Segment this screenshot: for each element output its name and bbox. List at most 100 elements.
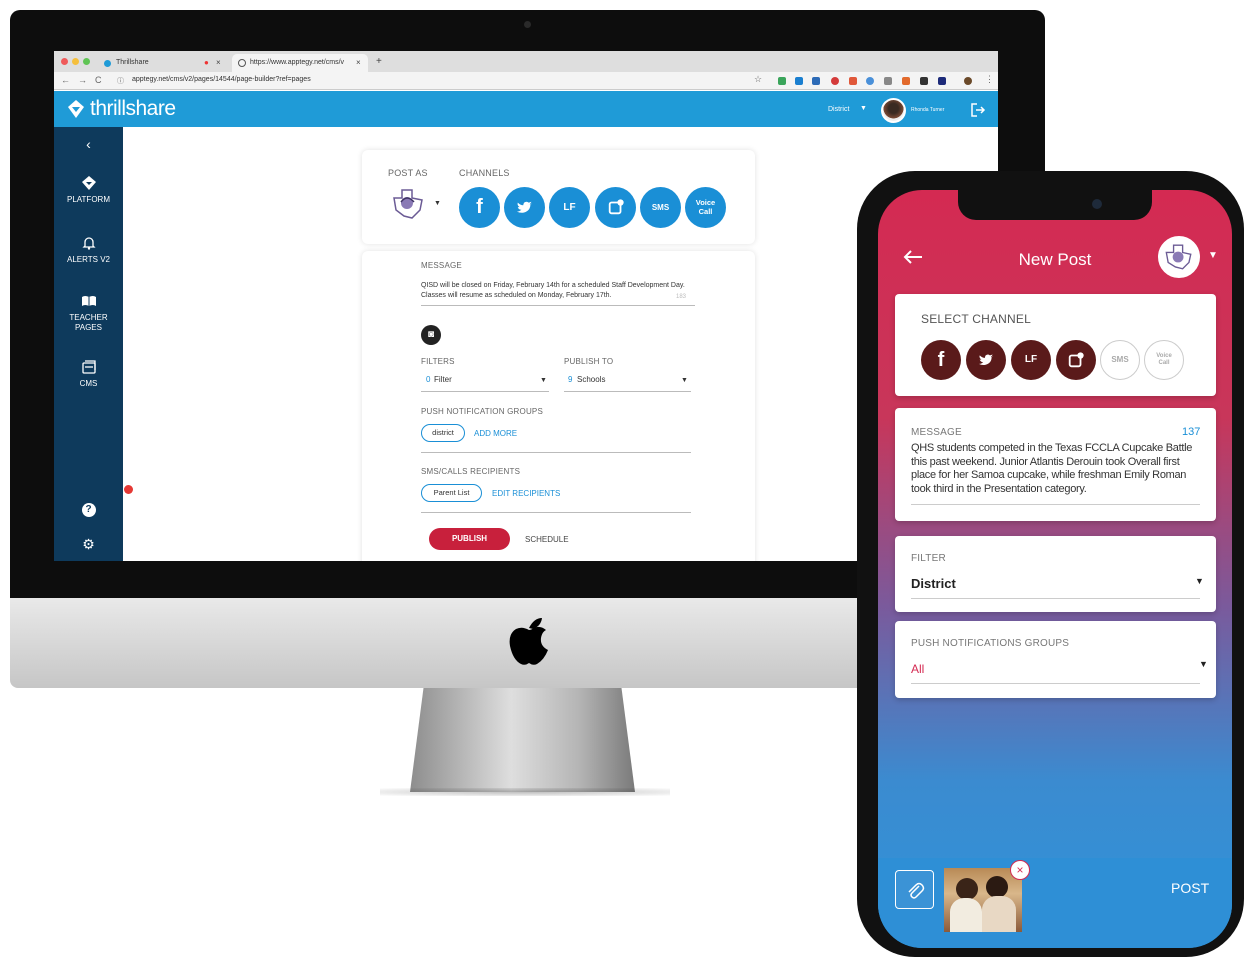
imac-stand-shadow [380, 788, 670, 796]
voice-call-channel-button[interactable]: Voice Call [685, 187, 726, 228]
post-button[interactable]: POST [1171, 880, 1209, 896]
bookmark-star-icon[interactable]: ☆ [754, 74, 762, 85]
twitter-channel-button[interactable] [504, 187, 545, 228]
schedule-button[interactable]: SCHEDULE [525, 535, 569, 544]
browser-tab-2[interactable]: https://www.apptegy.net/cms/v × [232, 54, 368, 72]
extension-icon[interactable] [795, 77, 803, 85]
chevron-down-icon: ▼ [540, 377, 547, 384]
sms-recipients-label: SMS/CALLS RECIPIENTS [421, 467, 521, 476]
notification-dot [124, 485, 133, 494]
extension-icon[interactable] [831, 77, 839, 85]
chevron-down-icon[interactable]: ▼ [860, 105, 867, 112]
user-name[interactable]: Rhonda Turner [911, 107, 944, 113]
chevron-down-icon[interactable]: ▼ [434, 200, 441, 207]
sms-recipient-tag[interactable]: Parent List [421, 484, 482, 502]
mobile-app-channel-button[interactable] [1056, 340, 1096, 380]
phone-notch [958, 190, 1152, 220]
push-group-tag[interactable]: district [421, 424, 465, 442]
sidebar-item-platform[interactable]: PLATFORM [54, 175, 123, 205]
message-textarea[interactable]: QISD will be closed on Friday, February … [421, 281, 693, 301]
voice-call-channel-button[interactable]: Voice Call [1144, 340, 1184, 380]
sms-icon: SMS [1111, 355, 1129, 364]
camera-icon[interactable]: ◙ [421, 325, 441, 345]
facebook-icon: f [476, 196, 483, 218]
url-input[interactable]: apptegy.net/cms/v2/pages/14544/page-buil… [132, 76, 311, 83]
filter-label: FILTER [911, 553, 946, 564]
forward-arrow-icon[interactable]: → [78, 75, 87, 85]
sms-channel-button[interactable]: SMS [640, 187, 681, 228]
phone-screen: New Post ▼ SELECT CHANNEL f LF SMS Voice… [878, 190, 1232, 948]
extension-icon[interactable] [778, 77, 786, 85]
sidebar-item-alerts[interactable]: ALERTS V2 [54, 235, 123, 265]
extension-icon[interactable] [812, 77, 820, 85]
profile-avatar-icon[interactable] [964, 77, 972, 85]
browser-address-bar: ← → C ⓘ apptegy.net/cms/v2/pages/14544/p… [54, 72, 998, 90]
chevron-down-icon: ▼ [1199, 659, 1208, 669]
app-header: thrillshare District ▼ Rhonda Turner [54, 91, 998, 127]
push-groups-label: PUSH NOTIFICATIONS GROUPS [911, 638, 1070, 649]
facebook-channel-button[interactable]: f [459, 187, 500, 228]
message-form-card: MESSAGE QISD will be closed on Friday, F… [362, 251, 755, 561]
sidebar-item-label: ALERTS V2 [67, 255, 110, 264]
channels-label: CHANNELS [459, 168, 510, 178]
sidebar-item-teacher-pages[interactable]: TEACHER PAGES [54, 293, 123, 333]
extension-icon[interactable] [938, 77, 946, 85]
window-minimize-dot[interactable] [72, 58, 79, 65]
globe-favicon-icon [238, 59, 246, 67]
twitter-channel-button[interactable] [966, 340, 1006, 380]
sidebar-item-cms[interactable]: CMS [54, 359, 123, 389]
brand-name[interactable]: thrillshare [90, 97, 176, 121]
new-tab-plus-icon[interactable]: + [376, 56, 382, 67]
filter-underline [911, 598, 1200, 599]
imac-stand [410, 688, 635, 792]
apple-logo-icon [509, 618, 548, 665]
live-feed-icon: LF [1024, 354, 1038, 365]
edit-recipients-button[interactable]: EDIT RECIPIENTS [492, 489, 560, 498]
window-close-dot[interactable] [61, 58, 68, 65]
reload-icon[interactable]: C [95, 75, 102, 85]
remove-photo-close-icon[interactable]: × [1010, 860, 1030, 880]
attach-button[interactable] [895, 870, 934, 909]
window-maximize-dot[interactable] [83, 58, 90, 65]
district-mascot-logo-icon[interactable] [1158, 236, 1200, 278]
district-selector[interactable]: District [828, 106, 849, 113]
voice-call-icon: Voice Call [1156, 353, 1172, 366]
sms-icon: SMS [651, 203, 670, 212]
publish-button[interactable]: PUBLISH [429, 528, 510, 550]
help-button[interactable]: ? [54, 503, 123, 517]
browser-tab-1[interactable]: Thrillshare ● × [98, 54, 228, 72]
logout-icon[interactable] [970, 102, 986, 118]
filters-count: 0 [426, 375, 431, 384]
chevron-down-icon[interactable]: ▼ [1208, 250, 1218, 261]
attached-photo-thumbnail[interactable] [944, 868, 1022, 932]
tab-close-icon[interactable]: × [356, 54, 361, 72]
message-card: MESSAGE 137 QHS students competed in the… [895, 408, 1216, 521]
extension-icon[interactable] [920, 77, 928, 85]
live-feed-channel-button[interactable]: LF [549, 187, 590, 228]
avatar[interactable] [881, 98, 906, 123]
mobile-app-channel-button[interactable] [595, 187, 636, 228]
message-underline [421, 305, 695, 306]
browser-menu-icon[interactable]: ⋮ [985, 74, 994, 85]
extension-icon[interactable] [902, 77, 910, 85]
push-groups-label: PUSH NOTIFICATION GROUPS [421, 407, 543, 416]
voice-call-icon: Voice Call [695, 198, 716, 216]
message-underline [911, 504, 1200, 505]
live-feed-channel-button[interactable]: LF [1011, 340, 1051, 380]
sidebar-collapse-icon[interactable]: ‹ [54, 137, 123, 151]
add-more-button[interactable]: ADD MORE [474, 429, 517, 438]
filters-value: Filter [434, 375, 452, 384]
facebook-channel-button[interactable]: f [921, 340, 961, 380]
back-arrow-icon[interactable]: ← [61, 75, 70, 85]
tab-close-icon[interactable]: × [216, 54, 221, 72]
extension-icon[interactable] [866, 77, 874, 85]
sms-recipients-underline [421, 512, 691, 513]
district-mascot-logo-icon[interactable] [390, 188, 426, 220]
sms-channel-button[interactable]: SMS [1100, 340, 1140, 380]
extension-icon[interactable] [849, 77, 857, 85]
photo-person [956, 878, 978, 900]
message-textarea[interactable]: QHS students competed in the Texas FCCLA… [911, 442, 1201, 496]
extension-icon[interactable] [884, 77, 892, 85]
twitter-icon [978, 354, 993, 366]
settings-gear-icon[interactable]: ⚙ [54, 537, 123, 551]
